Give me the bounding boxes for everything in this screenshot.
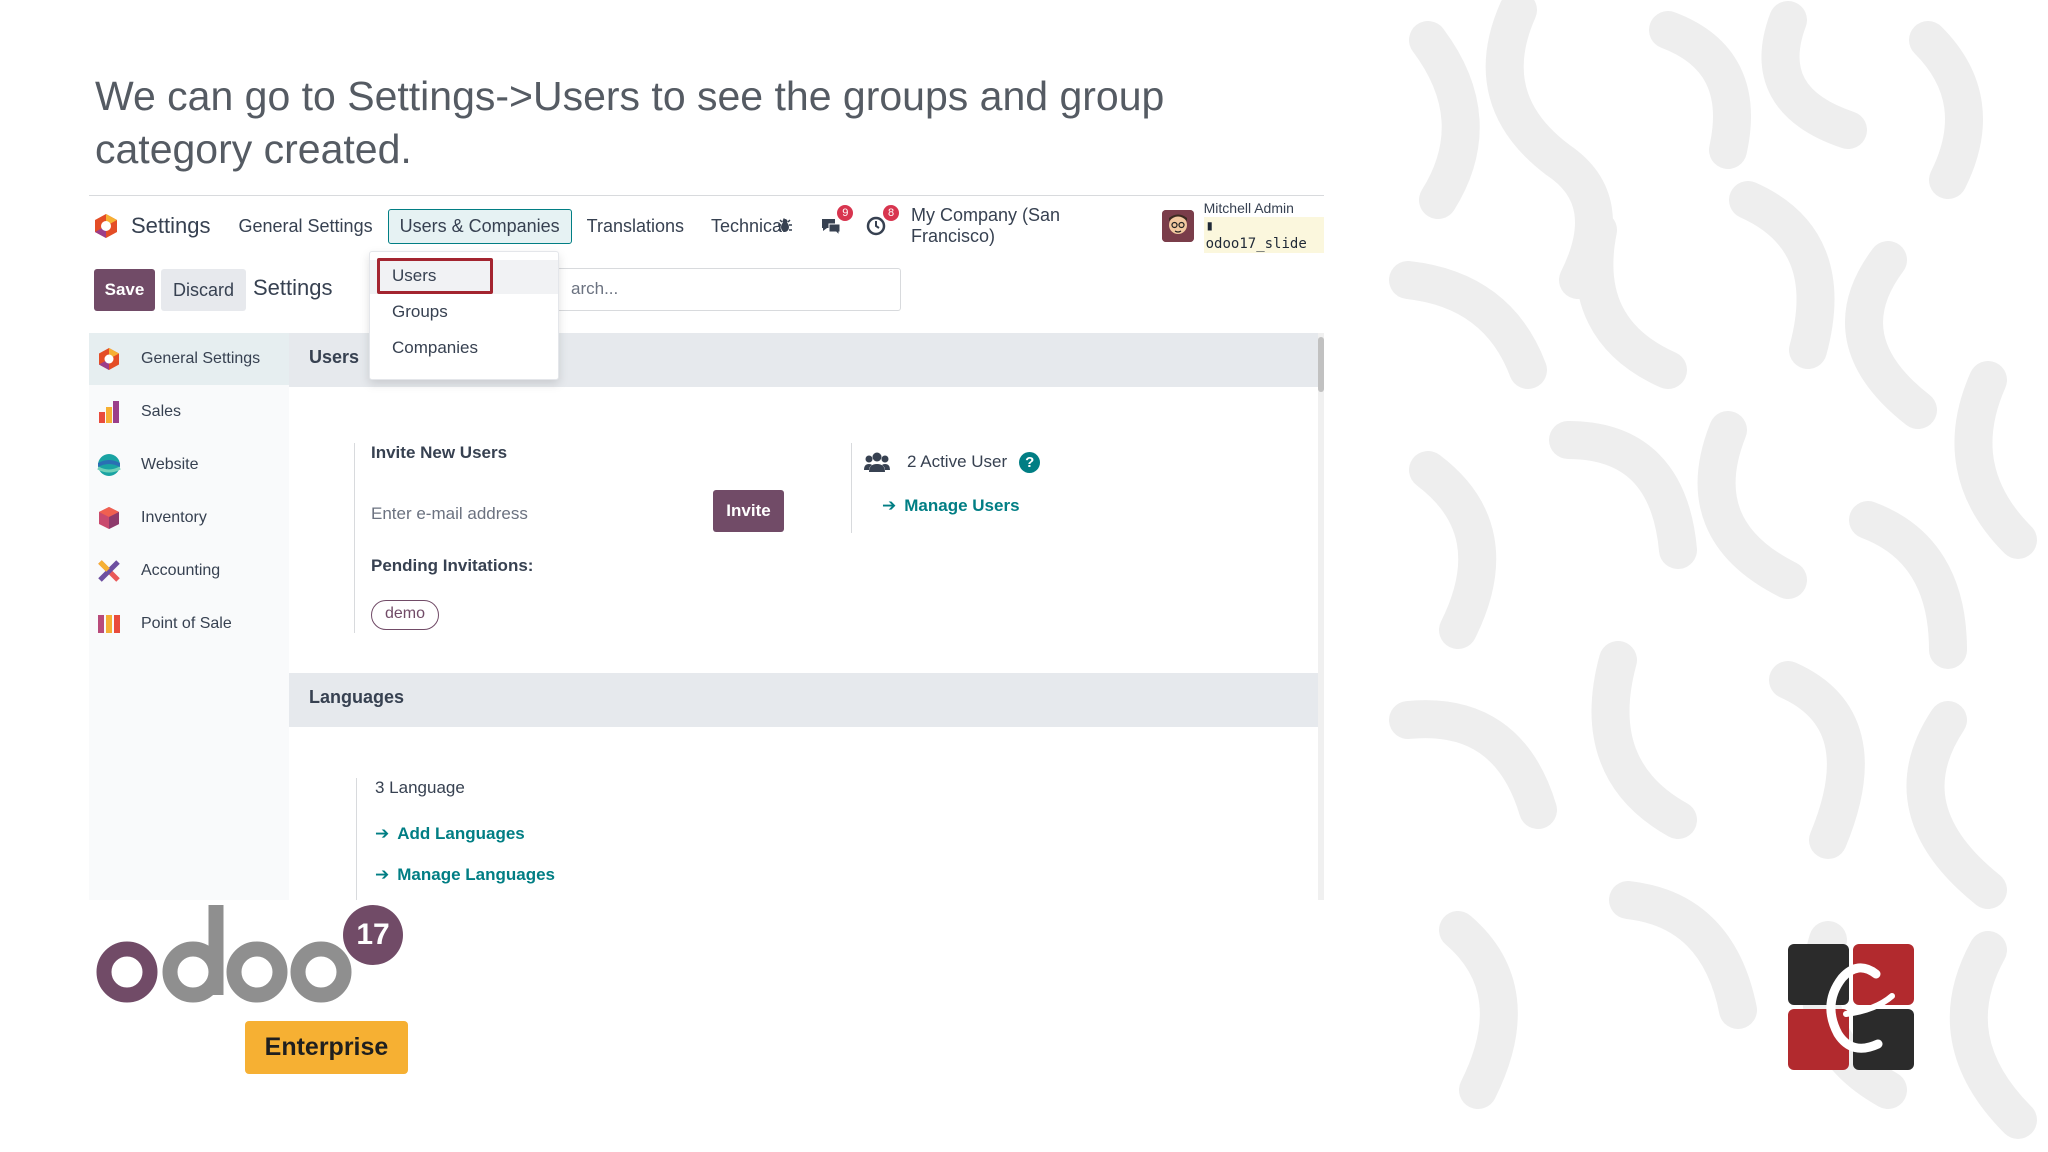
odoo-settings-window: Settings General Settings Users & Compan… [89,195,1324,900]
sales-app-icon [99,401,119,423]
messages-badge: 9 [837,205,854,221]
user-menu[interactable]: Mitchell Admin ▮ odoo17_slide [1162,199,1324,253]
save-button[interactable]: Save [94,269,155,311]
database-icon: ▮ [1205,218,1215,234]
search-input[interactable]: arch... [501,268,901,311]
arrow-right-icon: ➔ [375,865,390,884]
menu-users-companies[interactable]: Users & Companies [387,208,572,244]
email-field[interactable]: Enter e-mail address [371,504,601,524]
enterprise-badge: Enterprise [245,1021,408,1074]
search-placeholder: arch... [571,279,619,298]
invite-button[interactable]: Invite [713,490,784,532]
systray: 9 8 My Company (San Francisco) Mitchell … [772,196,1324,256]
avatar [1162,210,1194,242]
manage-users-link[interactable]: ➔ Manage Users [882,496,1020,516]
slide-title: We can go to Settings->Users to see the … [95,73,1165,172]
top-navbar: Settings General Settings Users & Compan… [89,196,1324,256]
users-companies-dropdown: Users Groups Companies [369,251,559,380]
app-name: Settings [131,213,211,238]
add-languages-link[interactable]: ➔ Add Languages [375,824,525,844]
website-app-icon [97,454,121,476]
languages-section-header: Languages [289,673,1319,727]
sidebar-item-sales[interactable]: Sales [89,386,289,438]
arrow-right-icon: ➔ [375,824,390,843]
pending-invitations-label: Pending Invitations: [371,556,534,575]
user-meta: Mitchell Admin ▮ odoo17_slide [1203,199,1324,253]
decorative-pattern [1368,0,2048,1152]
highlight-box [377,258,493,294]
settings-app-icon [95,214,117,238]
sidebar-item-label: Accounting [141,562,221,579]
control-panel: Save Discard Settings arch... [89,258,1324,320]
sidebar-item-label: Website [141,456,199,473]
cybrosys-logo [1788,944,1914,1070]
help-icon[interactable]: ? [1019,451,1041,473]
database-label: odoo17_slide [1205,236,1307,252]
activities-badge: 8 [883,205,900,221]
sidebar-item-general-settings[interactable]: General Settings [89,333,289,385]
version-badge: 17 [343,905,403,965]
active-users-row: 2 Active User ? [864,451,1041,473]
odoo-wordmark [96,905,352,1003]
manage-users-label: Manage Users [904,496,1020,515]
main-menu: General Settings Users & Companies Trans… [227,208,802,244]
sidebar-item-accounting[interactable]: Accounting [89,545,289,597]
sidebar-item-website[interactable]: Website [89,439,289,491]
accounting-app-icon [98,560,120,582]
activities-clock-icon[interactable]: 8 [863,205,900,239]
settings-app-icon [99,348,119,370]
content-scrollbar[interactable] [1318,333,1324,900]
sidebar-item-point-of-sale[interactable]: Point of Sale [89,598,289,650]
menu-translations[interactable]: Translations [575,209,696,244]
pending-user-pill[interactable]: demo [371,600,440,630]
sidebar-item-label: Sales [141,403,182,420]
arrow-right-icon: ➔ [882,496,897,515]
settings-sidebar: General Settings Sales Website Inventory… [89,333,289,900]
sidebar-item-label: Point of Sale [141,615,232,632]
menu-general-settings[interactable]: General Settings [227,209,385,244]
languages-block: 3 Language ➔ Add Languages ➔ Manage Lang… [356,778,676,900]
inventory-app-icon [99,507,119,529]
debug-bug-icon[interactable] [772,213,798,239]
users-group-icon [864,452,890,472]
breadcrumb: Settings [253,275,333,300]
active-users-block: 2 Active User ? ➔ Manage Users [851,443,1171,533]
dropdown-item-groups[interactable]: Groups [370,296,558,330]
add-languages-label: Add Languages [397,824,525,843]
invite-title: Invite New Users [371,443,508,462]
app-brand[interactable]: Settings [93,213,211,239]
language-count: 3 Language [375,778,465,797]
scroll-thumb[interactable] [1318,337,1324,392]
manage-languages-link[interactable]: ➔ Manage Languages [375,865,555,885]
database-name: ▮ odoo17_slide [1203,217,1324,253]
discard-button[interactable]: Discard [161,269,246,311]
sidebar-item-label: Inventory [141,509,207,526]
sidebar-item-label: General Settings [141,350,261,367]
invite-users-block: Invite New Users Enter e-mail address Pe… [354,443,674,633]
odoo-logo: 17 [95,900,403,1025]
dropdown-item-companies[interactable]: Companies [370,332,558,366]
user-name: Mitchell Admin [1203,200,1294,216]
active-users-count: 2 Active User [907,452,1008,471]
messages-icon[interactable]: 9 [818,205,854,239]
settings-content: Users Invite New Users Enter e-mail addr… [289,333,1319,900]
sidebar-item-inventory[interactable]: Inventory [89,492,289,544]
manage-languages-label: Manage Languages [397,865,556,884]
pos-app-icon [98,615,120,633]
company-switcher[interactable]: My Company (San Francisco) [911,205,1146,247]
